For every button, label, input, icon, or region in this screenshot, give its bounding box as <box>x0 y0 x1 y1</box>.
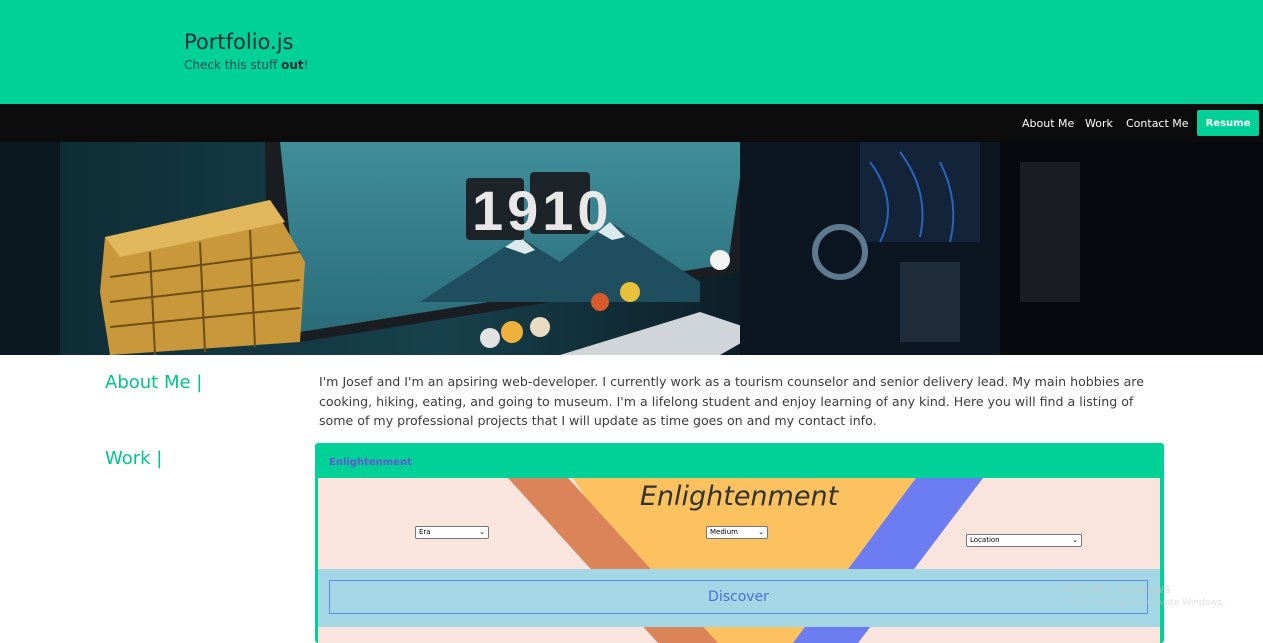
work-heading: Work | <box>105 448 163 469</box>
activate-windows-title: Activate Windows <box>1064 582 1171 596</box>
era-select[interactable]: Era ⌄ <box>415 526 489 539</box>
about-heading: About Me | <box>105 372 203 393</box>
chevron-down-icon: ⌄ <box>479 528 485 536</box>
work-card-title[interactable]: Enlightenment <box>329 457 412 468</box>
project-preview[interactable]: Enlightenment Era ⌄ Medium ⌄ Location ⌄ … <box>318 478 1160 643</box>
site-title[interactable]: Portfolio.js <box>184 30 293 54</box>
site-header: Portfolio.js Check this stuff out! <box>0 0 1263 104</box>
about-text: I'm Josef and I'm an apsiring web-develo… <box>319 374 1144 428</box>
location-select-value: Location <box>970 536 1000 544</box>
chevron-down-icon: ⌄ <box>758 528 764 536</box>
clock-text: 1910 <box>472 179 613 242</box>
site-tagline: Check this stuff out! <box>184 58 309 72</box>
preview-title: Enlightenment <box>639 481 839 512</box>
nav-contact-me[interactable]: Contact Me <box>1126 117 1189 130</box>
resume-button[interactable]: Resume <box>1197 110 1259 136</box>
nav-about-me[interactable]: About Me <box>1022 117 1074 130</box>
discover-button[interactable]: Discover <box>329 580 1148 614</box>
navbar: About Me Work Contact Me <box>0 104 1263 142</box>
medium-select[interactable]: Medium ⌄ <box>706 526 768 539</box>
activate-windows-subtitle: Go to Settings to activate Windows. <box>1064 598 1226 608</box>
location-select[interactable]: Location ⌄ <box>966 534 1082 547</box>
nav-work[interactable]: Work <box>1085 117 1113 130</box>
chevron-down-icon: ⌄ <box>1072 536 1078 544</box>
hero-image: 1910 <box>0 142 1263 355</box>
desk-setup-photo: 1910 <box>0 142 1263 355</box>
medium-select-value: Medium <box>710 528 738 536</box>
era-select-value: Era <box>419 528 431 536</box>
